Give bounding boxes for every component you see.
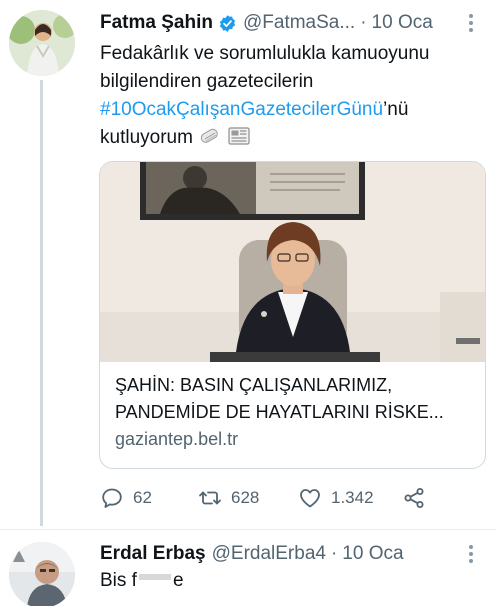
author-name[interactable]: Fatma Şahin (100, 12, 213, 34)
more-options-icon[interactable] (464, 545, 478, 563)
reply-author-name[interactable]: Erdal Erbaş (100, 543, 206, 565)
avatar[interactable] (9, 10, 75, 76)
retweet-count: 628 (231, 488, 260, 507)
reply-text-end: e (172, 570, 184, 591)
link-card[interactable]: ŞAHİN: BASIN ÇALIŞANLARIMIZ, PANDEMİDE D… (99, 161, 486, 469)
more-options-icon[interactable] (464, 14, 478, 32)
newspaper-roll-icon (198, 125, 222, 156)
thread-line (40, 80, 43, 526)
avatar-photo-icon (9, 542, 75, 606)
reply-text: Bis f e (100, 568, 184, 594)
like-count: 1.342 (331, 488, 374, 507)
censor-bar (138, 574, 171, 580)
avatar-photo-icon (9, 10, 75, 76)
card-photo-icon (100, 162, 485, 362)
like-button[interactable]: 1.342 (298, 486, 374, 510)
hashtag-suffix: ’nü (383, 99, 409, 120)
tweet-actions: 62 628 1.342 (100, 486, 480, 514)
tweet-header: Fatma Şahin @FatmaSa... · 10 Oca (100, 12, 433, 34)
tweet-text-line: bilgilendiren gazetecilerin (100, 71, 314, 92)
share-button[interactable] (402, 486, 426, 510)
card-domain: gaziantep.bel.tr (115, 429, 239, 449)
main-tweet[interactable]: Fatma Şahin @FatmaSa... · 10 Oca Fedakâr… (0, 0, 496, 530)
newspaper-icon (227, 125, 251, 156)
author-handle[interactable]: @FatmaSa... (243, 12, 355, 34)
reply-icon (102, 488, 122, 508)
heart-icon (300, 489, 320, 508)
share-icon (404, 488, 424, 508)
tweet-timestamp[interactable]: 10 Oca (372, 12, 433, 34)
tweet-text-word: kutluyorum (100, 127, 193, 148)
reply-count: 62 (133, 488, 152, 507)
hashtag-link[interactable]: #10OcakÇalışanGazetecilerGünü (100, 99, 383, 120)
tweet-text-line: Fedakârlık ve sorumlulukla kamuoyunu (100, 43, 430, 64)
reply-author-handle[interactable]: @ErdalErba4 (212, 543, 326, 565)
card-title: ŞAHİN: BASIN ÇALIŞANLARIMIZ, PANDEMİDE D… (115, 372, 475, 426)
tweet-text: Fedakârlık ve sorumlulukla kamuoyunu bil… (100, 40, 480, 156)
reply-header: Erdal Erbaş @ErdalErba4 · 10 Oca (100, 543, 404, 565)
separator-dot: · (330, 543, 338, 564)
reply-text-start: Bis f (100, 570, 137, 591)
reply-avatar[interactable] (9, 542, 75, 606)
tweet-text-line: kutluyorum (100, 124, 480, 156)
retweet-button[interactable]: 628 (198, 486, 259, 510)
retweet-icon (199, 491, 221, 505)
card-image (100, 162, 485, 362)
verified-badge-icon (219, 14, 236, 32)
reply-button[interactable]: 62 (100, 486, 152, 510)
hashtag-line: #10OcakÇalışanGazetecilerGünü’nü (100, 96, 480, 124)
card-title-line: PANDEMİDE DE HAYATLARINI RİSKE... (115, 402, 444, 422)
separator-dot: · (360, 12, 367, 33)
card-title-line: ŞAHİN: BASIN ÇALIŞANLARIMIZ, (115, 375, 393, 395)
reply-timestamp[interactable]: 10 Oca (342, 543, 403, 565)
